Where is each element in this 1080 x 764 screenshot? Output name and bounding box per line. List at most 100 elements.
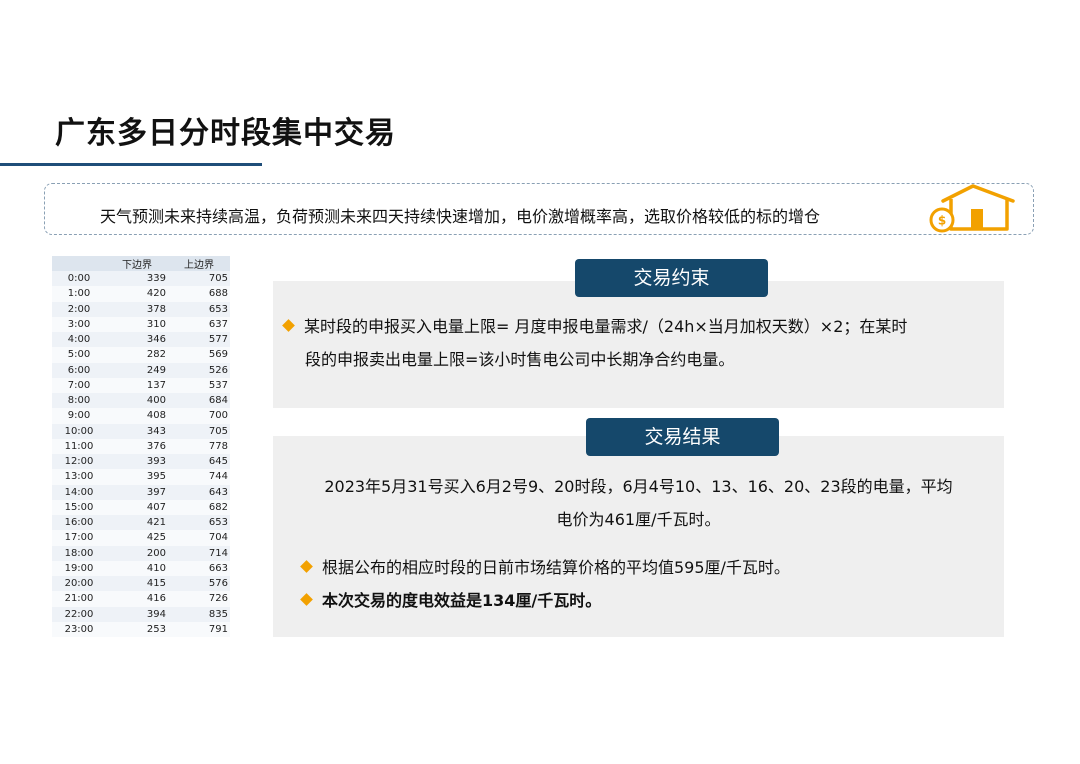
upper-bound-cell: 653 (168, 515, 230, 531)
upper-bound-cell: 684 (168, 393, 230, 409)
upper-bound-cell: 569 (168, 347, 230, 363)
table-header-upper: 上边界 (168, 256, 230, 271)
price-bounds-table: 下边界 上边界 0:00 339 705 1:00 420 688 2:00 378 653 3:… (52, 256, 230, 637)
time-cell: 1:00 (52, 286, 106, 302)
upper-bound-cell: 663 (168, 560, 230, 576)
time-cell: 2:00 (52, 301, 106, 317)
table-row: 23:00 253 791 (52, 621, 230, 637)
upper-bound-cell: 791 (168, 621, 230, 637)
constraint-label: 交易约束 (575, 259, 768, 297)
upper-bound-cell: 744 (168, 469, 230, 485)
table-row: 8:00 400 684 (52, 393, 230, 409)
lower-bound-cell: 346 (106, 332, 168, 348)
lower-bound-cell: 200 (106, 545, 168, 561)
lower-bound-cell: 339 (106, 271, 168, 287)
table-row: 9:00 408 700 (52, 408, 230, 424)
upper-bound-cell: 726 (168, 591, 230, 607)
table-row: 19:00 410 663 (52, 560, 230, 576)
upper-bound-cell: 835 (168, 606, 230, 622)
time-cell: 7:00 (52, 377, 106, 393)
time-cell: 20:00 (52, 576, 106, 592)
upper-bound-cell: 704 (168, 530, 230, 546)
lower-bound-cell: 425 (106, 530, 168, 546)
lower-bound-cell: 137 (106, 377, 168, 393)
time-cell: 6:00 (52, 362, 106, 378)
upper-bound-cell: 705 (168, 423, 230, 439)
lower-bound-cell: 395 (106, 469, 168, 485)
svg-text:$: $ (938, 214, 946, 228)
table-header-time (52, 256, 106, 271)
result-bullet2-text: 本次交易的度电效益是134厘/千瓦时。 (322, 591, 602, 610)
time-cell: 9:00 (52, 408, 106, 424)
table-row: 21:00 416 726 (52, 591, 230, 607)
table-row: 16:00 421 653 (52, 515, 230, 531)
table-row: 0:00 339 705 (52, 271, 230, 287)
diamond-bullet-icon (300, 593, 313, 606)
table-row: 11:00 376 778 (52, 438, 230, 454)
page-title: 广东多日分时段集中交易 (55, 116, 396, 151)
lower-bound-cell: 400 (106, 393, 168, 409)
table-row: 22:00 394 835 (52, 606, 230, 622)
time-cell: 22:00 (52, 606, 106, 622)
upper-bound-cell: 643 (168, 484, 230, 500)
lower-bound-cell: 376 (106, 438, 168, 454)
upper-bound-cell: 645 (168, 454, 230, 470)
time-cell: 3:00 (52, 316, 106, 332)
lower-bound-cell: 393 (106, 454, 168, 470)
upper-bound-cell: 537 (168, 377, 230, 393)
lower-bound-cell: 416 (106, 591, 168, 607)
result-label: 交易结果 (586, 418, 779, 456)
time-cell: 8:00 (52, 393, 106, 409)
lower-bound-cell: 378 (106, 301, 168, 317)
lower-bound-cell: 410 (106, 560, 168, 576)
lower-bound-cell: 420 (106, 286, 168, 302)
table-row: 2:00 378 653 (52, 301, 230, 317)
upper-bound-cell: 714 (168, 545, 230, 561)
table-row: 18:00 200 714 (52, 545, 230, 561)
constraint-line1: 某时段的申报买入电量上限= 月度申报电量需求/（24h×当月加权天数）×2；在某… (304, 317, 908, 336)
upper-bound-cell: 700 (168, 408, 230, 424)
lower-bound-cell: 397 (106, 484, 168, 500)
table-row: 3:00 310 637 (52, 316, 230, 332)
lower-bound-cell: 282 (106, 347, 168, 363)
house-money-icon: $ (929, 184, 1015, 233)
table-row: 10:00 343 705 (52, 423, 230, 439)
time-cell: 23:00 (52, 621, 106, 637)
time-cell: 5:00 (52, 347, 106, 363)
time-cell: 15:00 (52, 499, 106, 515)
upper-bound-cell: 653 (168, 301, 230, 317)
table-row: 1:00 420 688 (52, 286, 230, 302)
lower-bound-cell: 408 (106, 408, 168, 424)
upper-bound-cell: 637 (168, 316, 230, 332)
time-cell: 14:00 (52, 484, 106, 500)
result-bullet-1: 根据公布的相应时段的日前市场结算价格的平均值595厘/千瓦时。 (300, 551, 992, 584)
time-cell: 16:00 (52, 515, 106, 531)
time-cell: 13:00 (52, 469, 106, 485)
table-header-lower: 下边界 (106, 256, 168, 271)
upper-bound-cell: 688 (168, 286, 230, 302)
table-row: 17:00 425 704 (52, 530, 230, 546)
time-cell: 4:00 (52, 332, 106, 348)
table-row: 15:00 407 682 (52, 499, 230, 515)
table-row: 14:00 397 643 (52, 484, 230, 500)
time-cell: 11:00 (52, 438, 106, 454)
constraint-bullet: 某时段的申报买入电量上限= 月度申报电量需求/（24h×当月加权天数）×2；在某… (282, 310, 994, 376)
lower-bound-cell: 407 (106, 499, 168, 515)
lower-bound-cell: 415 (106, 576, 168, 592)
table-row: 20:00 415 576 (52, 576, 230, 592)
banner-text: 天气预测未来持续高温，负荷预测未来四天持续快速增加，电价激增概率高，选取价格较低… (100, 207, 821, 226)
table-row: 5:00 282 569 (52, 347, 230, 363)
lower-bound-cell: 343 (106, 423, 168, 439)
table-row: 6:00 249 526 (52, 362, 230, 378)
diamond-bullet-icon (300, 560, 313, 573)
time-cell: 12:00 (52, 454, 106, 470)
lower-bound-cell: 249 (106, 362, 168, 378)
time-cell: 10:00 (52, 423, 106, 439)
time-cell: 18:00 (52, 545, 106, 561)
upper-bound-cell: 705 (168, 271, 230, 287)
result-bullet-2: 本次交易的度电效益是134厘/千瓦时。 (300, 584, 992, 617)
diamond-bullet-icon (282, 319, 295, 332)
constraint-line2: 段的申报卖出电量上限=该小时售电公司中长期净合约电量。 (305, 350, 735, 369)
time-cell: 17:00 (52, 530, 106, 546)
lower-bound-cell: 394 (106, 606, 168, 622)
